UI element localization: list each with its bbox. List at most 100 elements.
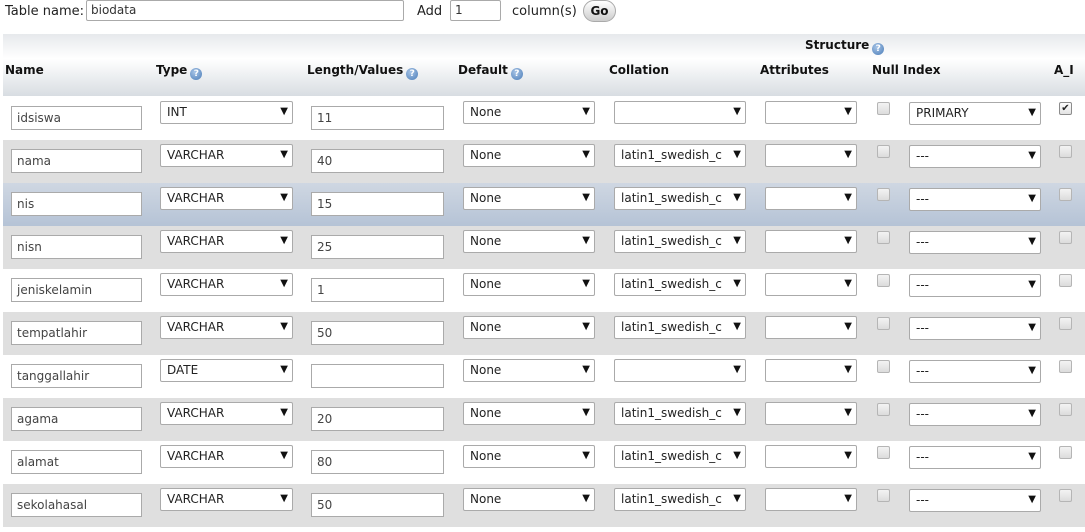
column-attributes-select[interactable]: ▼ [765,187,857,210]
null-checkbox[interactable] [877,145,890,158]
column-name-input[interactable]: sekolahasal [11,493,142,517]
column-name-input[interactable]: idsiswa [11,106,142,130]
column-collation-select[interactable]: ▼ [614,101,746,124]
column-index-select[interactable]: --- ▼ [909,489,1041,512]
column-attributes-select[interactable]: ▼ [765,488,857,511]
column-name-input[interactable]: nisn [11,235,142,259]
help-icon[interactable]: ? [510,68,523,80]
structure-header: Structure? Name Type? Length/Values? Def… [3,34,1085,96]
column-attributes-select[interactable]: ▼ [765,230,857,253]
column-index-select[interactable]: PRIMARY ▼ [909,102,1041,125]
auto-increment-checkbox[interactable] [1059,274,1072,287]
auto-increment-checkbox[interactable] [1059,188,1072,201]
column-type-select[interactable]: VARCHAR ▼ [160,144,293,167]
column-default-select[interactable]: None ▼ [463,316,595,339]
column-collation-select[interactable]: latin1_swedish_c ▼ [614,273,746,296]
help-icon[interactable]: ? [406,68,419,80]
null-checkbox[interactable] [877,360,890,373]
column-attributes-select[interactable]: ▼ [765,445,857,468]
column-type-select[interactable]: VARCHAR ▼ [160,187,293,210]
column-name-input[interactable]: tanggallahir [11,364,142,388]
column-type-select[interactable]: VARCHAR ▼ [160,230,293,253]
column-length-input[interactable] [311,364,444,388]
column-collation-select[interactable]: latin1_swedish_c ▼ [614,230,746,253]
column-collation-select[interactable]: latin1_swedish_c ▼ [614,316,746,339]
help-icon[interactable]: ? [872,43,885,55]
column-length-input[interactable]: 11 [311,106,444,130]
column-length-input[interactable]: 40 [311,149,444,173]
column-type-select[interactable]: VARCHAR ▼ [160,273,293,296]
column-name-input[interactable]: agama [11,407,142,431]
column-collation-select[interactable]: latin1_swedish_c ▼ [614,187,746,210]
column-default-select[interactable]: None ▼ [463,187,595,210]
column-length-input[interactable]: 15 [311,192,444,216]
auto-increment-checkbox[interactable] [1059,317,1072,330]
go-button[interactable]: Go [583,0,616,22]
column-collation-select[interactable]: latin1_swedish_c ▼ [614,488,746,511]
null-checkbox[interactable] [877,317,890,330]
null-checkbox[interactable] [877,188,890,201]
column-name-input[interactable]: nama [11,149,142,173]
column-default-select[interactable]: None ▼ [463,230,595,253]
column-name-input[interactable]: nis [11,192,142,216]
column-type-select[interactable]: VARCHAR ▼ [160,316,293,339]
null-checkbox[interactable] [877,446,890,459]
null-checkbox[interactable] [877,102,890,115]
column-attributes-select[interactable]: ▼ [765,316,857,339]
auto-increment-checkbox[interactable] [1059,231,1072,244]
column-length-input[interactable]: 20 [311,407,444,431]
column-index-select[interactable]: --- ▼ [909,145,1041,168]
column-index-select[interactable]: --- ▼ [909,188,1041,211]
null-checkbox[interactable] [877,403,890,416]
column-index-select[interactable]: --- ▼ [909,317,1041,340]
auto-increment-checkbox[interactable] [1059,403,1072,416]
table-name-input[interactable]: biodata [86,0,404,21]
column-name-input[interactable]: jeniskelamin [11,278,142,302]
column-length-input[interactable]: 25 [311,235,444,259]
column-default-select[interactable]: None ▼ [463,488,595,511]
column-type-select[interactable]: VARCHAR ▼ [160,488,293,511]
column-index-select[interactable]: --- ▼ [909,231,1041,254]
column-name-input[interactable]: alamat [11,450,142,474]
auto-increment-checkbox[interactable] [1059,360,1072,373]
column-collation-select[interactable]: latin1_swedish_c ▼ [614,402,746,425]
column-type-select[interactable]: INT ▼ [160,101,293,124]
column-attributes-select[interactable]: ▼ [765,273,857,296]
column-default-select[interactable]: None ▼ [463,273,595,296]
column-type-select[interactable]: VARCHAR ▼ [160,445,293,468]
auto-increment-checkbox[interactable] [1059,145,1072,158]
column-default-select[interactable]: None ▼ [463,359,595,382]
column-attributes-select[interactable]: ▼ [765,402,857,425]
chevron-down-icon: ▼ [280,364,288,375]
auto-increment-checkbox[interactable] [1059,446,1072,459]
column-default-select[interactable]: None ▼ [463,144,595,167]
column-attributes-select[interactable]: ▼ [765,101,857,124]
column-attributes-select[interactable]: ▼ [765,144,857,167]
column-index-select[interactable]: --- ▼ [909,446,1041,469]
column-attributes-select[interactable]: ▼ [765,359,857,382]
column-collation-select[interactable]: ▼ [614,359,746,382]
null-checkbox[interactable] [877,231,890,244]
column-length-input[interactable]: 50 [311,493,444,517]
column-name-input[interactable]: tempatlahir [11,321,142,345]
column-default-select[interactable]: None ▼ [463,445,595,468]
column-default-select[interactable]: None ▼ [463,402,595,425]
column-index-select[interactable]: --- ▼ [909,403,1041,426]
column-length-input[interactable]: 50 [311,321,444,345]
help-icon[interactable]: ? [190,68,203,80]
column-index-select[interactable]: --- ▼ [909,360,1041,383]
null-checkbox[interactable] [877,274,890,287]
column-type-select[interactable]: VARCHAR ▼ [160,402,293,425]
chevron-down-icon: ▼ [1028,322,1036,333]
column-index-select[interactable]: --- ▼ [909,274,1041,297]
column-length-input[interactable]: 80 [311,450,444,474]
column-collation-select[interactable]: latin1_swedish_c ▼ [614,144,746,167]
column-type-select[interactable]: DATE ▼ [160,359,293,382]
auto-increment-checkbox[interactable]: ✔ [1059,102,1072,115]
column-collation-select[interactable]: latin1_swedish_c ▼ [614,445,746,468]
add-columns-count-input[interactable]: 1 [450,0,501,21]
auto-increment-checkbox[interactable] [1059,489,1072,502]
null-checkbox[interactable] [877,489,890,502]
column-length-input[interactable]: 1 [311,278,444,302]
column-default-select[interactable]: None ▼ [463,101,595,124]
